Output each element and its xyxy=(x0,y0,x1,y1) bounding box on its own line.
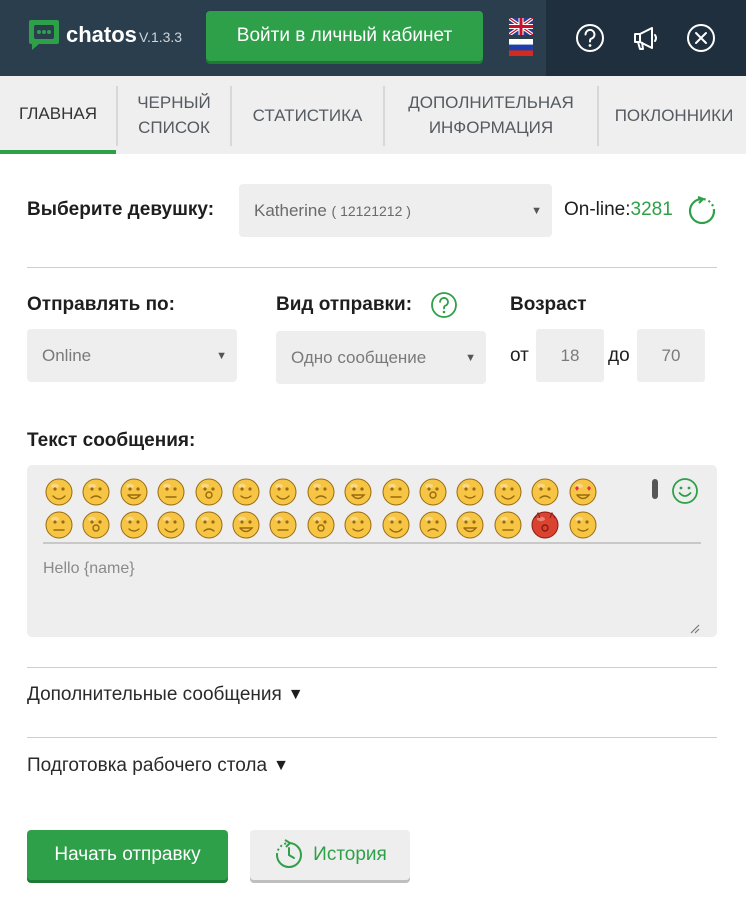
emoji-icon[interactable] xyxy=(156,477,186,507)
extra-messages-toggle[interactable]: Дополнительные сообщения ▼ xyxy=(27,684,304,706)
triangle-down-icon: ▼ xyxy=(287,686,304,703)
emoji-icon[interactable] xyxy=(493,510,523,540)
emoji-icon[interactable] xyxy=(231,477,261,507)
emoji-icon[interactable] xyxy=(568,477,598,507)
girl-select-label: Выберите девушку: xyxy=(27,199,215,220)
age-to-word: до xyxy=(608,345,630,366)
emoji-icon[interactable] xyxy=(418,510,448,540)
age-from-word: от xyxy=(510,345,529,366)
emoji-icon[interactable] xyxy=(343,510,373,540)
start-sending-button[interactable]: Начать отправку xyxy=(27,830,228,880)
tab-additional-info[interactable]: ДОПОЛНИТЕЛЬНАЯ ИНФОРМАЦИЯ xyxy=(385,76,597,154)
emoji-icon[interactable] xyxy=(381,510,411,540)
divider xyxy=(27,737,717,738)
emoji-icon[interactable] xyxy=(44,510,74,540)
ru-flag-icon[interactable] xyxy=(509,39,533,56)
desktop-prep-toggle[interactable]: Подготовка рабочего стола ▼ xyxy=(27,755,289,777)
login-button[interactable]: Войти в личный кабинет xyxy=(206,11,483,61)
online-counter: On-line:3281 xyxy=(564,199,673,221)
message-label: Текст сообщения: xyxy=(27,430,196,451)
emoji-icon[interactable] xyxy=(194,510,224,540)
megaphone-icon[interactable] xyxy=(630,22,662,54)
emoji-icon[interactable] xyxy=(81,510,111,540)
help-icon[interactable] xyxy=(574,22,606,54)
emoji-icon[interactable] xyxy=(381,477,411,507)
emoji-scrollbar[interactable] xyxy=(652,479,658,499)
age-from-input[interactable]: 18 xyxy=(536,329,604,382)
girl-select[interactable]: Katherine ( 12121212 ) ▼ xyxy=(239,184,552,237)
online-count: 3281 xyxy=(630,199,673,220)
emoji-icon[interactable] xyxy=(268,510,298,540)
emoji-icon[interactable] xyxy=(81,477,111,507)
emoji-icon[interactable] xyxy=(194,477,224,507)
emoji-icon[interactable] xyxy=(44,477,74,507)
send-type-label: Вид отправки: xyxy=(276,294,413,315)
resize-handle-icon[interactable] xyxy=(688,622,700,634)
divider xyxy=(27,667,717,668)
emoji-icon[interactable] xyxy=(156,510,186,540)
tab-statistics[interactable]: СТАТИСТИКА xyxy=(232,76,383,154)
age-to-input[interactable]: 70 xyxy=(637,329,705,382)
online-label: On-line: xyxy=(564,199,631,220)
smile-icon[interactable] xyxy=(671,477,699,505)
history-label: История xyxy=(313,844,387,865)
dropdown-arrow-icon: ▼ xyxy=(531,204,542,217)
emoji-icon[interactable] xyxy=(306,510,336,540)
emoji-icon[interactable] xyxy=(119,510,149,540)
dropdown-arrow-icon: ▼ xyxy=(465,351,476,364)
emoji-icon[interactable] xyxy=(231,510,261,540)
tab-blacklist[interactable]: ЧЕРНЫЙ СПИСОК xyxy=(118,76,230,154)
emoji-icon[interactable] xyxy=(493,477,523,507)
emoji-icon[interactable] xyxy=(530,510,560,540)
triangle-down-icon: ▼ xyxy=(273,757,289,774)
emoji-icon[interactable] xyxy=(119,477,149,507)
girl-id: ( 12121212 ) xyxy=(331,202,411,219)
emoji-icon[interactable] xyxy=(530,477,560,507)
extra-messages-label: Дополнительные сообщения xyxy=(27,684,282,705)
send-type-value: Одно сообщение xyxy=(291,347,427,367)
tab-admirers[interactable]: ПОКЛОННИКИ xyxy=(599,76,746,154)
desktop-prep-label: Подготовка рабочего стола xyxy=(27,755,268,776)
close-icon[interactable] xyxy=(685,22,717,54)
en-flag-icon[interactable] xyxy=(509,18,533,35)
main-tabs: ГЛАВНАЯ ЧЕРНЫЙ СПИСОК СТАТИСТИКА ДОПОЛНИ… xyxy=(0,76,746,154)
emoji-icon[interactable] xyxy=(268,477,298,507)
emoji-icon[interactable] xyxy=(343,477,373,507)
emoji-icon[interactable] xyxy=(568,510,598,540)
age-label: Возраст xyxy=(510,294,587,315)
send-by-label: Отправлять по: xyxy=(27,294,175,315)
send-type-select[interactable]: Одно сообщение ▼ xyxy=(276,331,486,384)
dropdown-arrow-icon: ▼ xyxy=(216,349,227,362)
history-clock-icon xyxy=(276,839,303,868)
emoji-icon[interactable] xyxy=(418,477,448,507)
girl-name: Katherine xyxy=(254,200,327,220)
message-textarea[interactable]: Hello {name} xyxy=(43,560,135,578)
history-button[interactable]: История xyxy=(250,830,410,880)
chatos-logo-icon xyxy=(29,20,59,50)
app-header: chatos V.1.3.3 Войти в личный кабинет xyxy=(0,0,746,76)
tab-main[interactable]: ГЛАВНАЯ xyxy=(0,76,116,154)
app-version: V.1.3.3 xyxy=(139,29,183,45)
help-icon[interactable] xyxy=(430,291,458,319)
divider xyxy=(27,267,717,268)
send-by-select[interactable]: Online ▼ xyxy=(27,329,237,382)
emoji-icon[interactable] xyxy=(455,477,485,507)
brand-name: chatos xyxy=(66,22,137,47)
emoji-icon[interactable] xyxy=(455,510,485,540)
emoji-divider xyxy=(43,542,701,544)
send-by-value: Online xyxy=(42,345,92,365)
girl-select-value: Katherine ( 12121212 ) xyxy=(254,201,411,221)
emoji-icon[interactable] xyxy=(306,477,336,507)
refresh-icon[interactable] xyxy=(687,196,717,226)
